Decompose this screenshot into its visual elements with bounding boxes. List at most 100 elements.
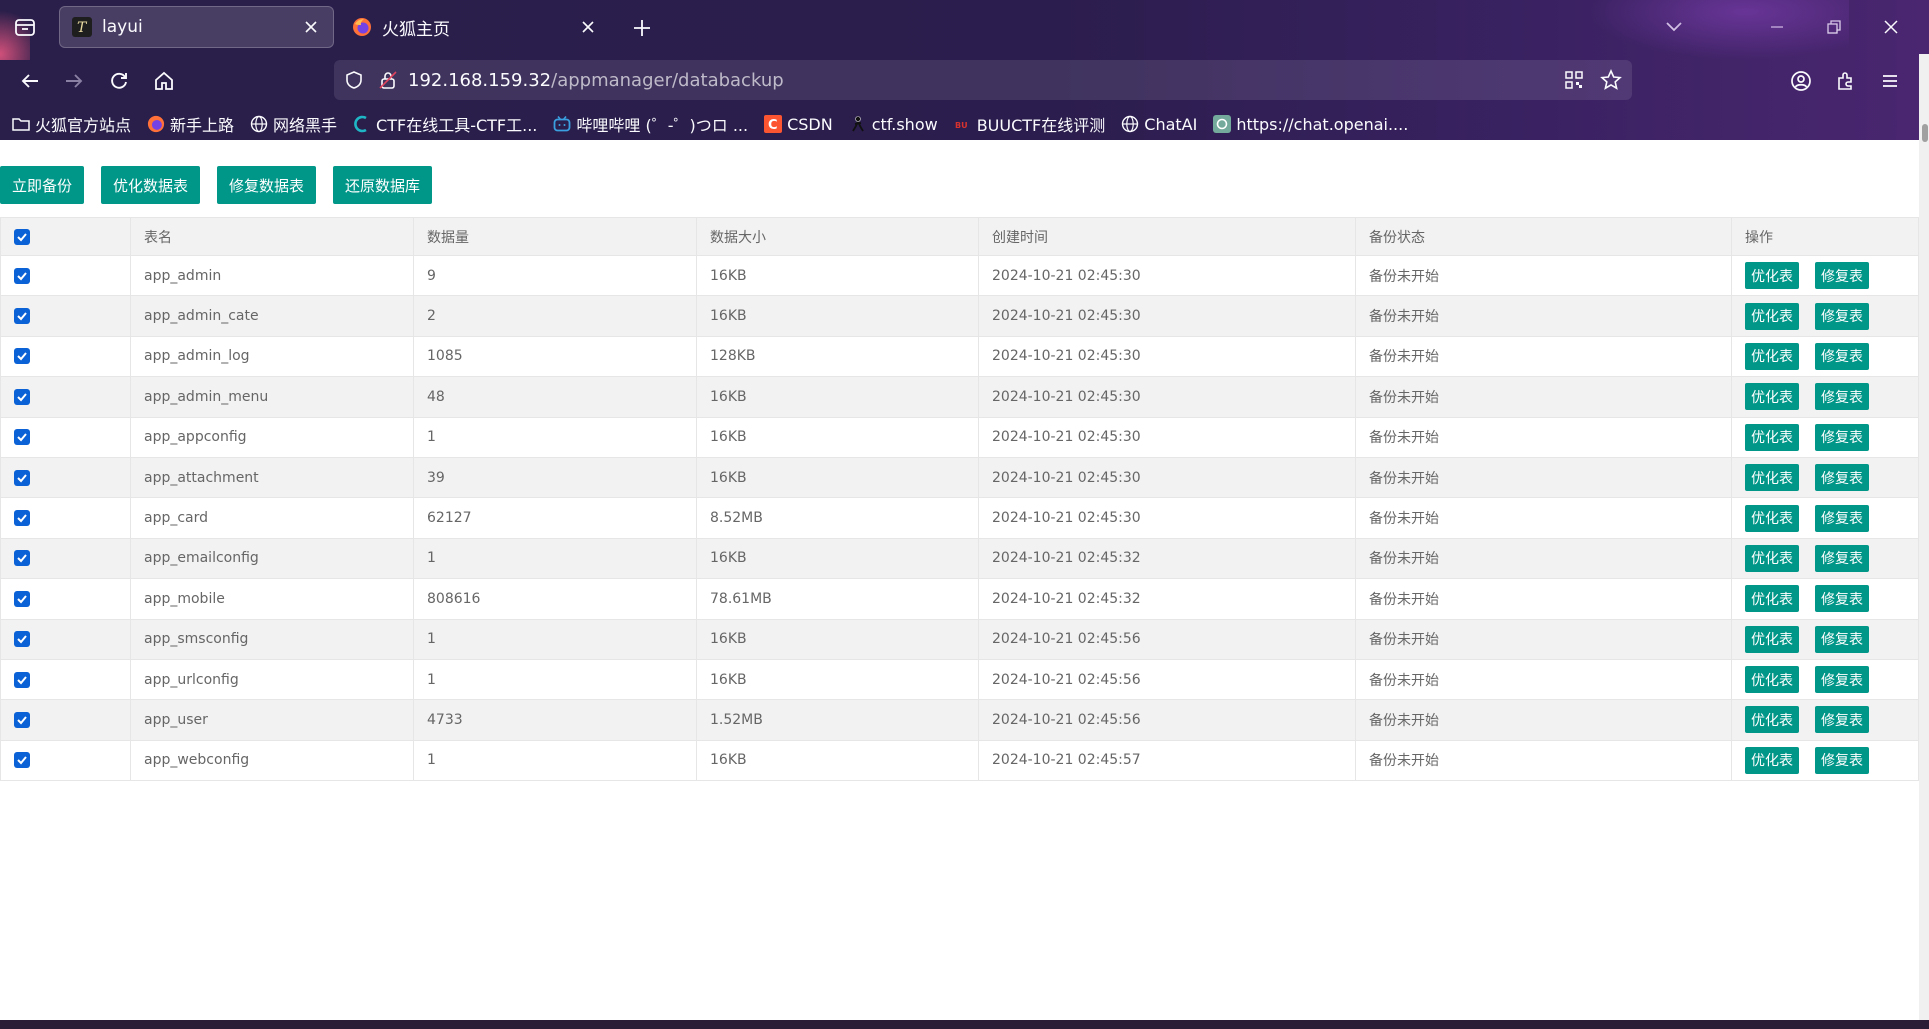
header-table-name: 表名 — [130, 217, 414, 256]
backup-status-cell: 备份未开始 — [1355, 537, 1732, 580]
bookmark-item[interactable]: 火狐官方站点 — [12, 112, 131, 136]
row-checkbox[interactable] — [14, 348, 30, 365]
bookmark-item[interactable]: C CSDN — [764, 115, 833, 134]
repair-table-button[interactable]: 修复表 — [1815, 625, 1869, 653]
row-checkbox[interactable] — [14, 590, 30, 607]
page-scrollbar[interactable] — [1919, 54, 1929, 1024]
action-toolbar: 立即备份 优化数据表 修复数据表 还原数据库 — [0, 166, 449, 204]
list-all-tabs-icon[interactable] — [1660, 14, 1688, 40]
insecure-lock-icon[interactable] — [378, 70, 398, 90]
operations-cell: 优化表 修复表 — [1731, 537, 1919, 580]
repair-table-button[interactable]: 修复表 — [1815, 342, 1869, 370]
row-checkbox[interactable] — [14, 469, 30, 486]
row-checkbox[interactable] — [14, 671, 30, 688]
backup-status-cell: 备份未开始 — [1355, 699, 1732, 741]
repair-tables-button[interactable]: 修复数据表 — [217, 166, 317, 204]
restore-icon[interactable] — [1820, 14, 1848, 40]
new-tab-icon[interactable] — [630, 16, 654, 40]
repair-table-button[interactable]: 修复表 — [1815, 423, 1869, 451]
forward-icon[interactable] — [59, 66, 89, 96]
backup-status-cell: 备份未开始 — [1355, 658, 1732, 701]
row-checkbox[interactable] — [14, 510, 30, 527]
backup-now-button[interactable]: 立即备份 — [0, 166, 85, 204]
repair-table-button[interactable]: 修复表 — [1815, 706, 1869, 734]
bookmark-item[interactable]: CTF在线工具-CTF工... — [353, 112, 537, 136]
row-checkbox[interactable] — [14, 308, 30, 325]
bookmark-item[interactable]: https://chat.openai.... — [1213, 115, 1408, 134]
row-checkbox[interactable] — [14, 711, 30, 728]
repair-table-button[interactable]: 修复表 — [1815, 544, 1869, 572]
bookmark-item[interactable]: BU BUUCTF在线评测 — [954, 112, 1106, 136]
repair-table-button[interactable]: 修复表 — [1815, 504, 1869, 532]
close-window-icon[interactable] — [1877, 14, 1905, 40]
bookmark-star-icon[interactable] — [1600, 69, 1622, 91]
row-checkbox[interactable] — [14, 429, 30, 446]
shield-icon[interactable] — [344, 70, 364, 90]
optimize-table-button[interactable]: 优化表 — [1745, 746, 1799, 774]
csdn-icon: C — [764, 115, 783, 133]
optimize-table-button[interactable]: 优化表 — [1745, 423, 1799, 451]
globe-icon — [1121, 115, 1139, 133]
close-tab-icon[interactable] — [576, 15, 600, 39]
table-name-cell: app_admin_cate — [130, 295, 414, 337]
reload-icon[interactable] — [104, 66, 134, 96]
qr-code-icon[interactable] — [1564, 70, 1584, 90]
repair-table-button[interactable]: 修复表 — [1815, 746, 1869, 774]
backup-status-cell: 备份未开始 — [1355, 416, 1732, 458]
optimize-table-button[interactable]: 优化表 — [1745, 342, 1799, 370]
optimize-table-button[interactable]: 优化表 — [1745, 706, 1799, 734]
optimize-table-button[interactable]: 优化表 — [1745, 666, 1799, 694]
optimize-table-button[interactable]: 优化表 — [1745, 262, 1799, 290]
repair-table-button[interactable]: 修复表 — [1815, 666, 1869, 694]
url-text[interactable]: 192.168.159.32/appmanager/databackup — [408, 70, 784, 91]
select-all-checkbox[interactable] — [14, 228, 30, 245]
scrollbar-thumb[interactable] — [1922, 124, 1928, 142]
bookmark-item[interactable]: 哔哩哔哩 (゜-゜)つロ ... — [553, 112, 748, 136]
bookmark-label: 新手上路 — [170, 116, 235, 135]
backup-status-cell: 备份未开始 — [1355, 578, 1732, 620]
address-bar[interactable]: 192.168.159.32/appmanager/databackup — [334, 60, 1632, 100]
bookmark-item[interactable]: 新手上路 — [147, 112, 234, 136]
tab-layui[interactable]: T layui — [59, 6, 334, 48]
optimize-table-button[interactable]: 优化表 — [1745, 464, 1799, 492]
home-icon[interactable] — [149, 66, 179, 96]
account-icon[interactable] — [1786, 66, 1816, 96]
row-checkbox[interactable] — [14, 550, 30, 567]
tab-list-icon[interactable] — [12, 16, 38, 38]
bookmark-item[interactable]: ctf.show — [849, 115, 938, 134]
repair-table-button[interactable]: 修复表 — [1815, 585, 1869, 613]
tab-title: layui — [102, 17, 143, 37]
optimize-table-button[interactable]: 优化表 — [1745, 302, 1799, 330]
backup-status-cell: 备份未开始 — [1355, 376, 1732, 418]
back-icon[interactable] — [15, 66, 45, 96]
optimize-table-button[interactable]: 优化表 — [1745, 585, 1799, 613]
repair-table-button[interactable]: 修复表 — [1815, 383, 1869, 411]
row-select-cell — [0, 739, 131, 782]
bookmark-item[interactable]: ChatAI — [1121, 115, 1197, 134]
menu-icon[interactable] — [1875, 66, 1905, 96]
table-row: app_attachment 39 16KB 2024-10-21 02:45:30 备… — [0, 456, 1919, 499]
optimize-table-button[interactable]: 优化表 — [1745, 544, 1799, 572]
close-tab-icon[interactable] — [299, 15, 323, 39]
extensions-icon[interactable] — [1831, 66, 1861, 96]
row-checkbox[interactable] — [14, 752, 30, 769]
ctfshow-icon — [849, 115, 867, 133]
repair-table-button[interactable]: 修复表 — [1815, 464, 1869, 492]
tab-bar: T layui 火狐主页 — [0, 0, 1929, 54]
restore-database-button[interactable]: 还原数据库 — [333, 166, 433, 204]
optimize-table-button[interactable]: 优化表 — [1745, 625, 1799, 653]
bookmark-label: https://chat.openai.... — [1236, 114, 1409, 134]
repair-table-button[interactable]: 修复表 — [1815, 262, 1869, 290]
minimize-icon[interactable] — [1763, 14, 1791, 40]
row-checkbox[interactable] — [14, 631, 30, 648]
row-checkbox[interactable] — [14, 267, 30, 284]
tab-firefox-home[interactable]: 火狐主页 — [340, 6, 610, 48]
row-checkbox[interactable] — [14, 388, 30, 405]
optimize-table-button[interactable]: 优化表 — [1745, 504, 1799, 532]
bookmark-item[interactable]: 网络黑手 — [250, 112, 337, 136]
bookmark-label: ChatAI — [1144, 114, 1198, 134]
table-name-cell: app_attachment — [130, 456, 414, 499]
repair-table-button[interactable]: 修复表 — [1815, 302, 1869, 330]
optimize-table-button[interactable]: 优化表 — [1745, 383, 1799, 411]
optimize-tables-button[interactable]: 优化数据表 — [101, 166, 201, 204]
